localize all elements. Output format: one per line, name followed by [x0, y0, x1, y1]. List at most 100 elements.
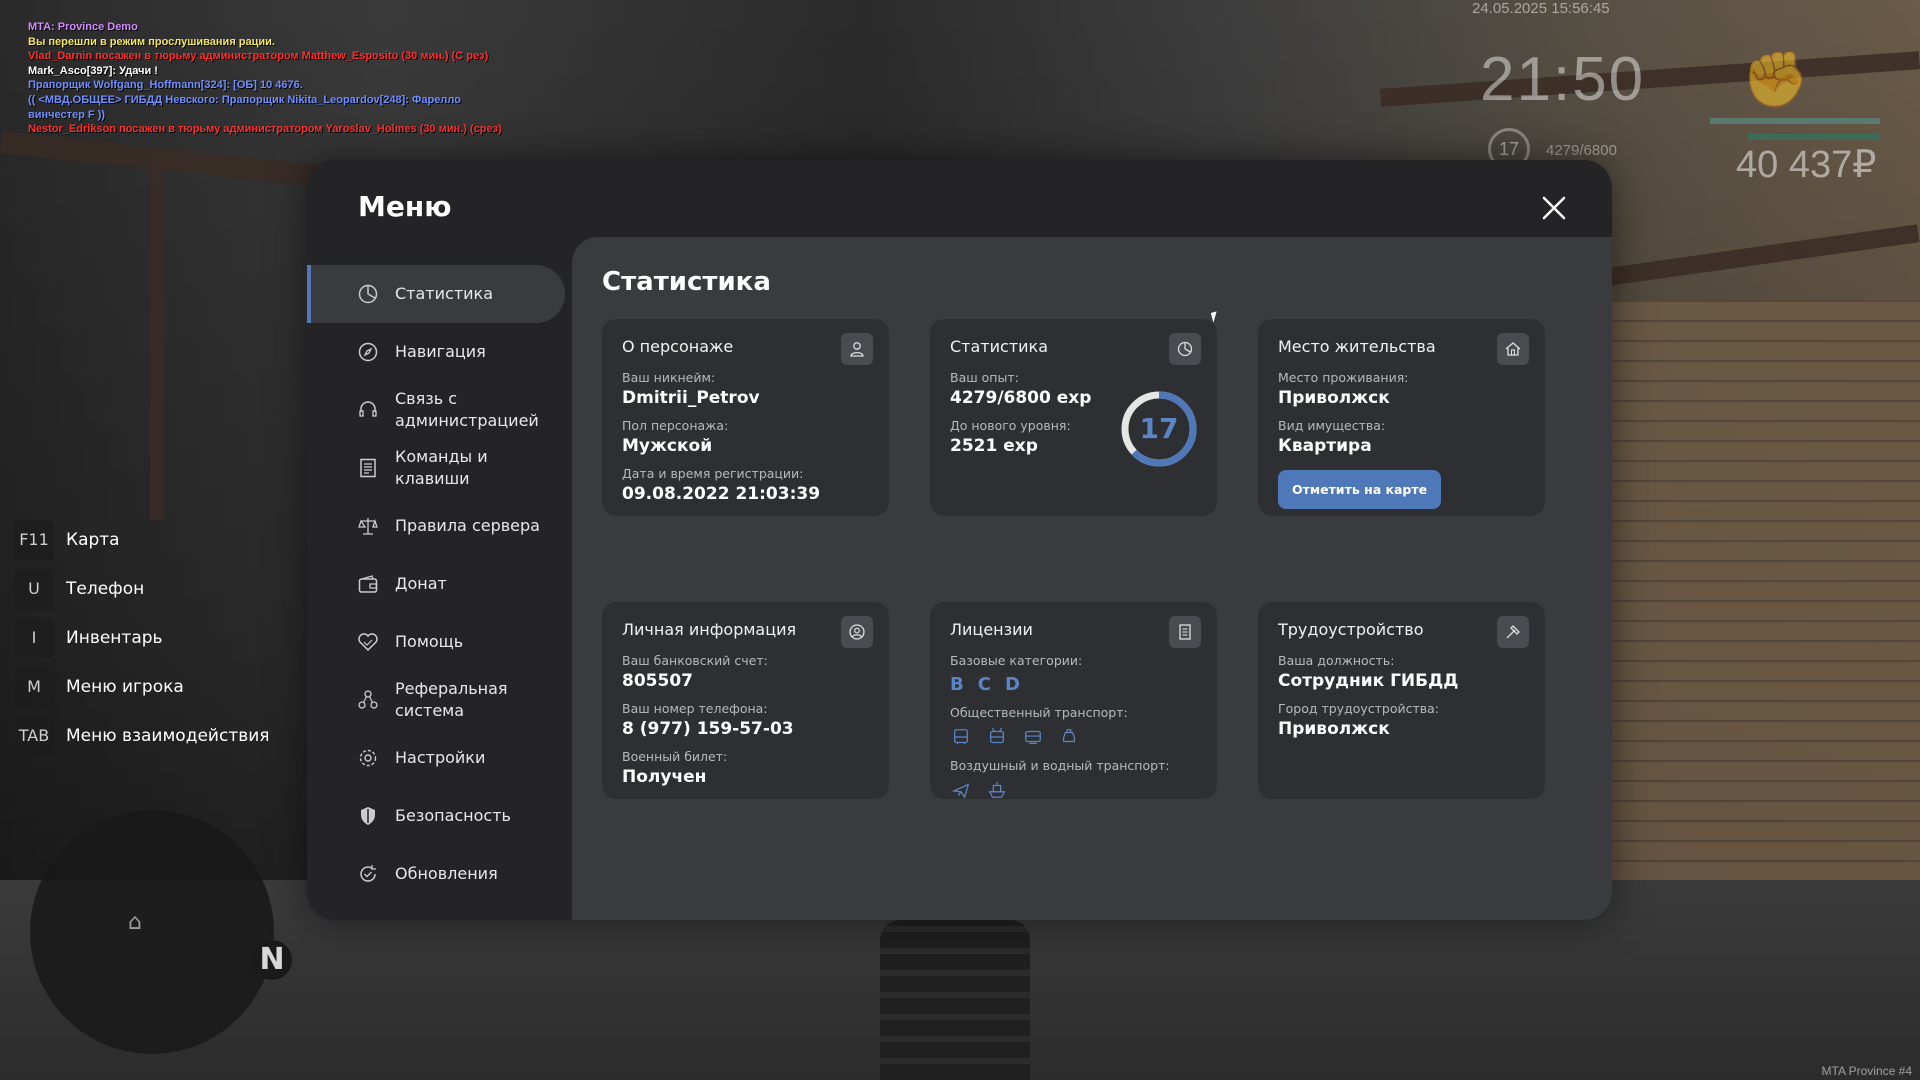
people-network-icon	[357, 689, 379, 711]
headset-icon	[357, 399, 379, 421]
hotkey-key: F11	[14, 520, 54, 560]
scene-brick-wall	[1590, 300, 1920, 920]
chat-line: Nestor_Edrikson посажен в тюрьму админис…	[28, 123, 502, 136]
nav-label: Команды и клавиши	[395, 447, 488, 488]
card-title: Место жительства	[1278, 337, 1436, 356]
hotkey-map[interactable]: F11 Карта	[14, 520, 270, 560]
nav-item-security[interactable]: Безопасность	[307, 787, 572, 845]
hud-armor-bar	[1748, 134, 1880, 140]
scene-beam	[150, 170, 164, 520]
menu-nav: Статистика Навигация Связь с администрац…	[307, 265, 572, 903]
field-label: Дата и время регистрации:	[622, 466, 804, 481]
handshake-heart-icon	[357, 631, 379, 653]
chat-line: (( <МВД.ОБЩЕЕ> ГИБДД Невского: Прапорщик…	[28, 93, 461, 121]
trolleybus-icon	[986, 726, 1008, 748]
hud-money: 40 437₽	[1736, 144, 1877, 186]
chat-line: MTA: Province Demo	[28, 21, 138, 33]
military-id-value: Получен	[622, 767, 707, 787]
refresh-check-icon	[357, 863, 379, 885]
field-label: Ваш никнейм:	[622, 370, 716, 385]
tram-icon	[1022, 726, 1044, 748]
level-number: 17	[1139, 412, 1179, 445]
nav-item-rules[interactable]: Правила сервера	[307, 497, 572, 555]
card-title: О персонаже	[622, 337, 734, 356]
nav-label: Статистика	[395, 284, 493, 303]
card-statistics: Статистика Ваш опыт: 4279/6800 exp До но…	[930, 319, 1217, 516]
license-category: D	[1004, 674, 1020, 695]
nav-item-referral[interactable]: Реферальная система	[307, 671, 572, 729]
mark-on-map-button[interactable]: Отметить на карте	[1278, 470, 1442, 509]
field-label: Место проживания:	[1278, 370, 1409, 385]
nav-item-admin-contact[interactable]: Связь с администрацией	[307, 381, 572, 439]
nav-item-help[interactable]: Помощь	[307, 613, 572, 671]
shield-icon	[357, 805, 379, 827]
license-category: B	[950, 674, 964, 695]
close-icon[interactable]	[1536, 190, 1572, 226]
field-label: Ваш банковский счет:	[622, 653, 768, 668]
nav-label: Настройки	[395, 748, 486, 767]
card-title: Трудоустройство	[1278, 620, 1424, 639]
field-label: Ваш номер телефона:	[622, 701, 768, 716]
boat-icon	[986, 779, 1008, 801]
player-marker-icon: ⌂	[128, 910, 142, 935]
job-city-value: Приволжск	[1278, 719, 1390, 739]
chat-line: Mark_Asco[397]: Удачи !	[28, 64, 158, 77]
nav-item-settings[interactable]: Настройки	[307, 729, 572, 787]
home-icon	[1497, 333, 1529, 365]
hotkey-interaction-menu[interactable]: TAB Меню взаимодействия	[14, 716, 270, 756]
hud-time: 21:50	[1480, 45, 1646, 114]
nav-item-donate[interactable]: Донат	[307, 555, 572, 613]
hotkey-label: Меню игрока	[66, 677, 184, 697]
license-categories: B C D	[950, 674, 1197, 695]
card-licenses: Лицензии Базовые категории: B C D Общест…	[930, 602, 1217, 799]
hotkey-player-menu[interactable]: M Меню игрока	[14, 667, 270, 707]
gear-icon	[357, 747, 379, 769]
field-label: Ваш опыт:	[950, 370, 1019, 385]
hotkey-phone[interactable]: U Телефон	[14, 569, 270, 609]
residence-city-value: Приволжск	[1278, 388, 1390, 408]
watermark: MTA Province #4	[1821, 1064, 1912, 1078]
bank-account-value: 805507	[622, 671, 693, 691]
field-label: Город трудоустройства:	[1278, 701, 1440, 716]
chat-line: Vlad_Darnin посажен в тюрьму администрат…	[28, 50, 489, 63]
scene-beam	[1380, 51, 1920, 107]
hotkey-key: M	[14, 667, 54, 707]
nav-label: Донат	[395, 574, 447, 593]
nav-item-navigation[interactable]: Навигация	[307, 323, 572, 381]
registration-value: 09.08.2022 21:03:39	[622, 484, 821, 504]
nickname-value: Dmitrii_Petrov	[622, 388, 760, 408]
field-label: Воздушный и водный транспорт:	[950, 758, 1170, 773]
card-personal-info: Личная информация Ваш банковский счет: 8…	[602, 602, 889, 799]
chat-line: Прапорщик Wolfgang_Hoffmann[324]: [ОБ] 1…	[28, 79, 303, 92]
nav-item-updates[interactable]: Обновления	[307, 845, 572, 903]
hud-exp: 4279/6800	[1546, 142, 1617, 159]
scales-icon	[357, 515, 379, 537]
nav-label: Обновления	[395, 864, 498, 883]
field-label: Пол персонажа:	[622, 418, 729, 433]
user-circle-icon	[841, 616, 873, 648]
phone-number-value: 8 (977) 159-57-03	[622, 719, 794, 739]
license-document-icon	[1169, 616, 1201, 648]
job-position-value: Сотрудник ГИБДД	[1278, 671, 1459, 691]
wallet-icon	[357, 573, 379, 595]
nav-label: Помощь	[395, 632, 464, 651]
gender-value: Мужской	[622, 436, 713, 456]
hotkey-label: Карта	[66, 530, 120, 550]
field-label: Военный билет:	[622, 749, 728, 764]
card-title: Статистика	[950, 337, 1048, 356]
hotkey-label: Инвентарь	[66, 628, 163, 648]
nav-item-statistics[interactable]: Статистика	[307, 265, 565, 323]
card-title: Лицензии	[950, 620, 1033, 639]
document-icon	[357, 457, 379, 479]
hammer-icon	[1497, 616, 1529, 648]
pie-chart-icon	[1169, 333, 1201, 365]
hotkey-inventory[interactable]: I Инвентарь	[14, 618, 270, 658]
hud-date: 24.05.2025 15:56:45	[1472, 0, 1610, 17]
user-icon	[841, 333, 873, 365]
hotkey-label: Меню взаимодействия	[66, 726, 270, 746]
hotkey-label: Телефон	[66, 579, 145, 599]
nav-item-commands[interactable]: Команды и клавиши	[307, 439, 572, 497]
field-label: Вид имущества:	[1278, 418, 1386, 433]
nav-label: Безопасность	[395, 806, 511, 825]
fist-icon: ✊	[1742, 48, 1810, 111]
